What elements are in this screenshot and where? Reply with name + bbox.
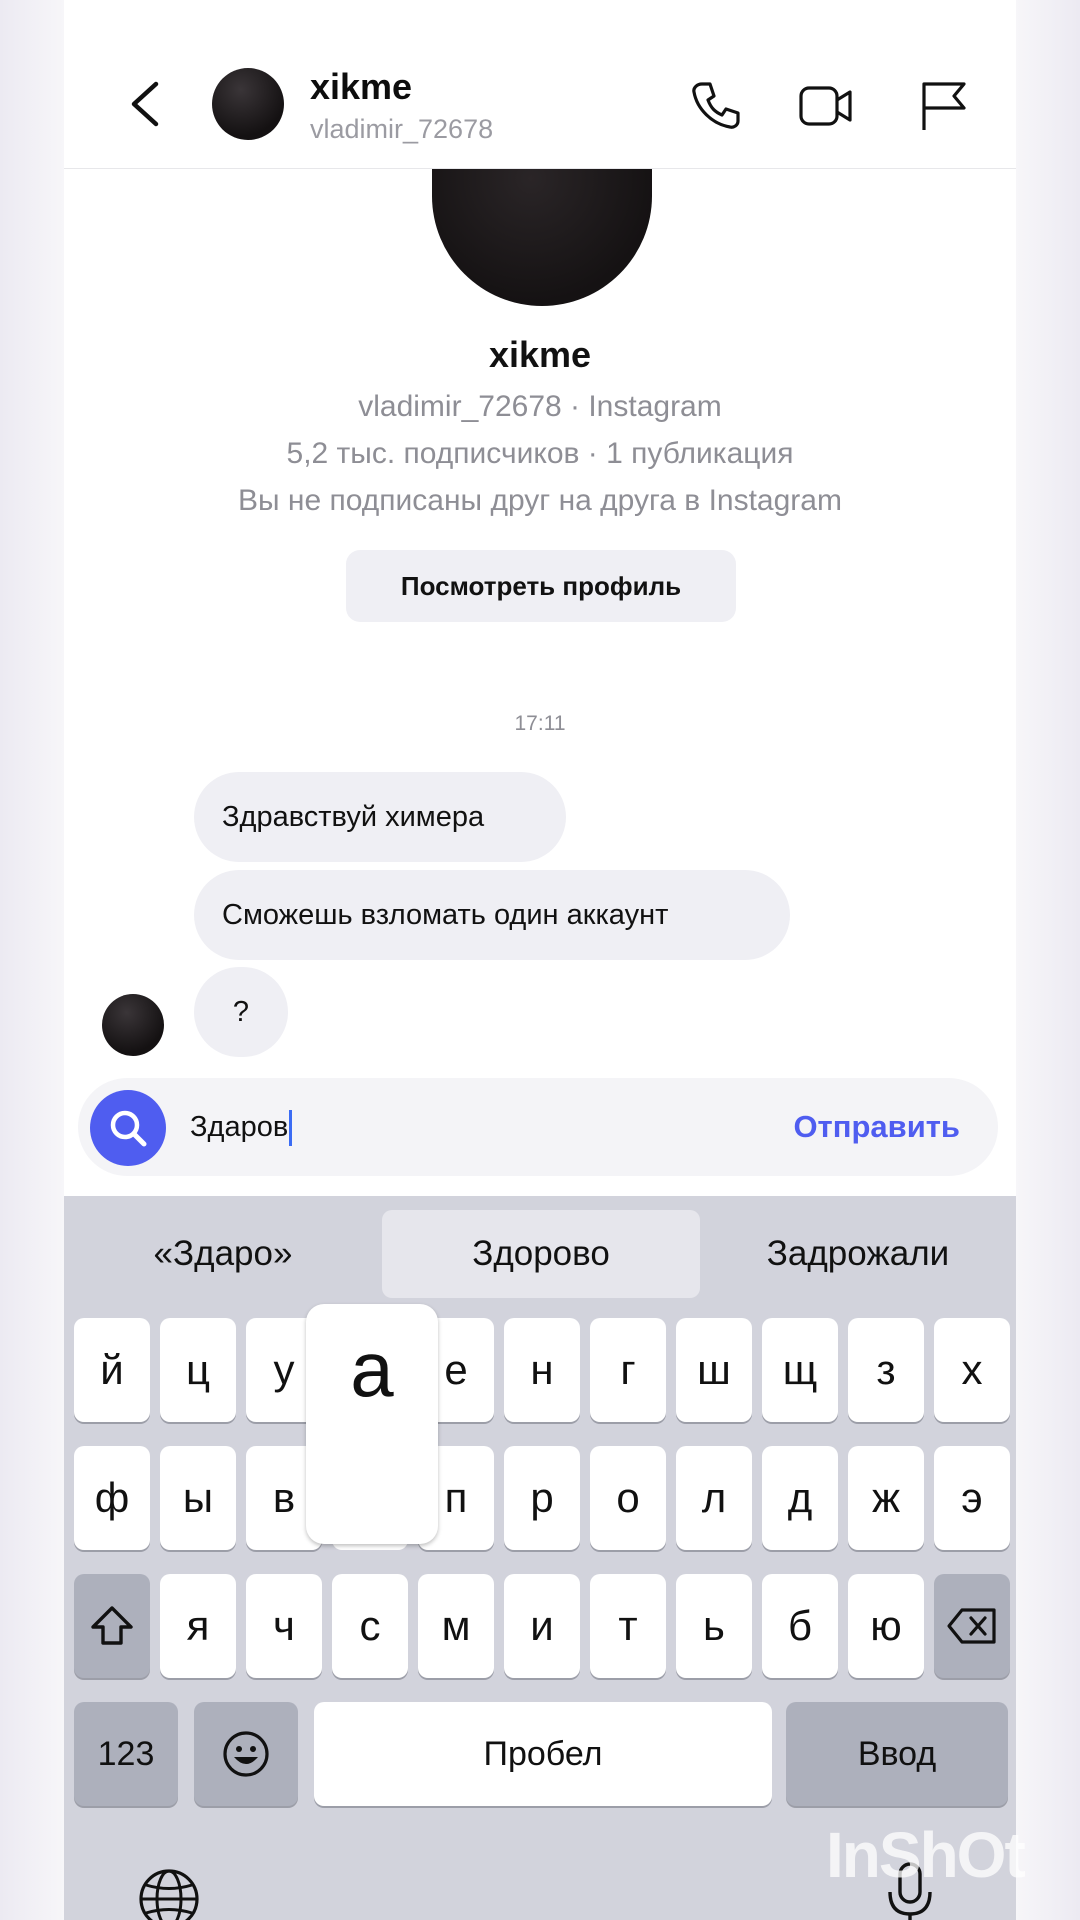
chat-header: xikme vladimir_72678	[64, 0, 1016, 169]
return-key[interactable]: Ввод	[786, 1702, 1008, 1806]
suggestion-3[interactable]: Задрожали	[700, 1210, 1016, 1298]
message-timestamp: 17:11	[514, 712, 566, 735]
key[interactable]: ы	[160, 1446, 236, 1550]
search-icon	[110, 1110, 147, 1147]
keyboard: «Здаро» Здорово Задрожали й ц у к е н г …	[64, 1196, 1016, 1920]
app-screen: xikme vladimir_72678 xikme vladimir_7267…	[64, 0, 1016, 1920]
key[interactable]: с	[332, 1574, 408, 1678]
emoji-icon	[223, 1731, 269, 1777]
key[interactable]: ц	[160, 1318, 236, 1422]
suggestion-1[interactable]: «Здаро»	[64, 1210, 382, 1298]
key[interactable]: э	[934, 1446, 1010, 1550]
profile-handle: vladimir_72678 · Instagram	[358, 390, 722, 423]
message-bubble[interactable]: Сможешь взломать один аккаунт	[194, 870, 790, 960]
key[interactable]: д	[762, 1446, 838, 1550]
key[interactable]: и	[504, 1574, 580, 1678]
key[interactable]: я	[160, 1574, 236, 1678]
inshot-watermark: InShOt	[826, 1819, 1026, 1891]
sender-avatar[interactable]	[102, 994, 164, 1056]
view-profile-button[interactable]: Посмотреть профиль	[346, 550, 736, 622]
key[interactable]: г	[590, 1318, 666, 1422]
message-bubble[interactable]: ?	[194, 967, 288, 1057]
message-bubble[interactable]: Здравствуй химера	[194, 772, 566, 862]
globe-icon[interactable]	[136, 1866, 202, 1920]
chevron-left-icon[interactable]	[124, 78, 168, 130]
phone-icon[interactable]	[688, 78, 744, 134]
flag-icon[interactable]	[916, 78, 972, 134]
profile-name: xikme	[488, 334, 592, 375]
key-popup-stem	[334, 1466, 410, 1538]
key[interactable]: т	[590, 1574, 666, 1678]
emoji-key[interactable]	[194, 1702, 298, 1806]
header-name[interactable]: xikme	[310, 66, 412, 108]
numbers-key[interactable]: 123	[74, 1702, 178, 1806]
key[interactable]: ч	[246, 1574, 322, 1678]
key[interactable]: х	[934, 1318, 1010, 1422]
header-username: vladimir_72678	[310, 114, 494, 144]
key[interactable]: з	[848, 1318, 924, 1422]
send-button[interactable]: Отправить	[793, 1102, 960, 1152]
backspace-icon	[947, 1608, 996, 1644]
key[interactable]: ь	[676, 1574, 752, 1678]
key[interactable]: л	[676, 1446, 752, 1550]
key[interactable]: б	[762, 1574, 838, 1678]
text-caret	[289, 1110, 293, 1147]
profile-relationship: Вы не подписаны друг на друга в Instagra…	[238, 484, 842, 517]
key[interactable]: ф	[74, 1446, 150, 1550]
message-composer: Здаров Отправить	[78, 1078, 998, 1176]
key[interactable]: р	[504, 1446, 580, 1550]
video-camera-icon[interactable]	[798, 78, 854, 134]
key[interactable]: ю	[848, 1574, 924, 1678]
search-button[interactable]	[90, 1090, 166, 1166]
shift-key[interactable]	[74, 1574, 150, 1678]
message-input-text: Здаров	[190, 1111, 289, 1143]
key[interactable]: м	[418, 1574, 494, 1678]
key[interactable]: о	[590, 1446, 666, 1550]
space-key[interactable]: Пробел	[314, 1702, 772, 1806]
key[interactable]: й	[74, 1318, 150, 1422]
key[interactable]: ж	[848, 1446, 924, 1550]
backspace-key[interactable]	[934, 1574, 1010, 1678]
message-input[interactable]: Здаров	[190, 1102, 710, 1152]
suggestion-2[interactable]: Здорово	[382, 1210, 700, 1298]
shift-icon	[91, 1606, 133, 1645]
key[interactable]: щ	[762, 1318, 838, 1422]
key[interactable]: ш	[676, 1318, 752, 1422]
key[interactable]: н	[504, 1318, 580, 1422]
header-avatar[interactable]	[212, 68, 284, 140]
profile-stats: 5,2 тыс. подписчиков · 1 публикация	[286, 437, 794, 470]
